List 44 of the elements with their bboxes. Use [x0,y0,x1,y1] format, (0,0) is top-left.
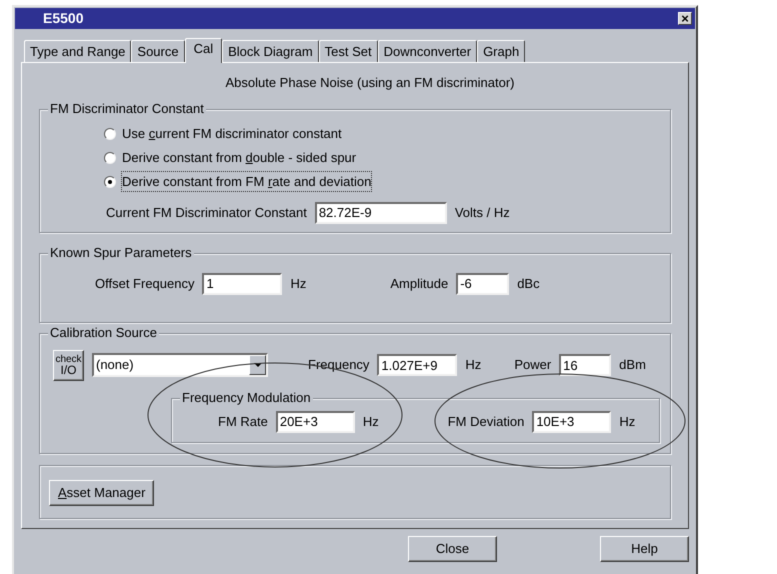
asset-manager-button[interactable]: Asset Manager [49,480,154,506]
unit-label: dBc [517,274,540,293]
input-field[interactable]: 20E+3 [276,410,355,432]
close-button[interactable]: × [678,12,692,25]
radio-label: Derive constant from double - sided spur [122,148,356,167]
help-button[interactable]: Help [600,536,689,562]
source-dropdown[interactable]: (none) [92,353,268,377]
tab[interactable]: Source [131,40,185,62]
unit-label: dBm [619,356,646,374]
input-field[interactable]: 82.72E-9 [314,202,447,224]
unit-label: Hz [619,412,636,431]
unit-label: Hz [290,274,306,293]
input-field[interactable]: 1 [202,272,282,294]
tab[interactable]: Graph [477,40,526,62]
field-label: Frequency [308,356,370,374]
tab[interactable]: Downconverter [378,40,478,62]
dropdown-value: (none) [95,356,134,374]
window-title: E5500 [43,9,84,28]
caret-icon [249,355,266,375]
field-label: Power [514,356,552,374]
tab[interactable]: Block Diagram [222,40,319,62]
input-field[interactable]: 10E+3 [532,410,612,432]
radio-button[interactable] [104,176,116,188]
radio-label: Use current FM discriminator constant [122,124,342,143]
input-field[interactable]: 16 [559,354,612,376]
field-label: Amplitude [390,274,448,293]
tab[interactable]: Type and Range [24,40,132,62]
tab[interactable]: Cal [184,38,222,63]
tab[interactable]: Test Set [318,40,378,62]
input-field[interactable]: -6 [456,272,510,294]
radio-button[interactable] [104,128,116,140]
field-label: Current FM Discriminator Constant [106,204,307,222]
close-button[interactable]: Close [408,536,497,562]
field-label: FM Rate [218,412,268,431]
unit-label: Volts / Hz [454,204,510,222]
input-field[interactable]: 1.027E+9 [377,354,458,376]
check-io-button[interactable]: check I/O [53,350,84,380]
field-label: FM Deviation [448,412,524,431]
radio-button[interactable] [104,152,116,164]
unit-label: Hz [362,412,379,431]
field-label: Offset Frequency [95,274,194,293]
radio-label: Derive constant from FM rate and deviation [122,172,372,192]
unit-label: Hz [465,356,482,374]
page-heading: Absolute Phase Noise (using an FM discriminator) [225,74,514,92]
